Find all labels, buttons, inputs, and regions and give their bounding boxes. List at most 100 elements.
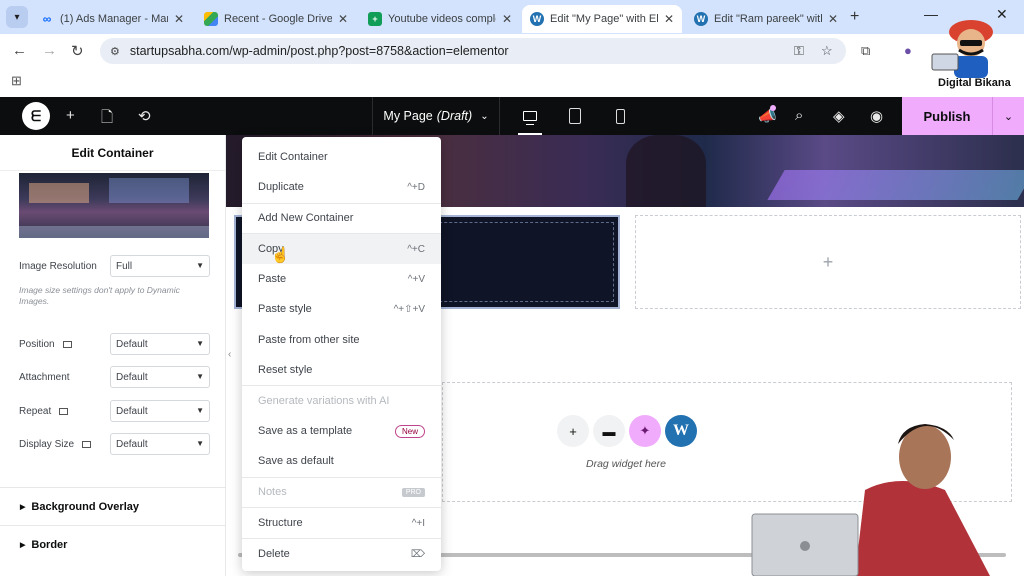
new-badge: New (394, 424, 425, 438)
menu-item-paste-style[interactable]: Paste style ^+⇧+V (242, 294, 441, 324)
repeat-select[interactable]: Default ▼ (110, 400, 210, 422)
history-icon[interactable]: ⟲ (138, 107, 151, 125)
select-value: Default (116, 338, 148, 350)
shortcut-hint: ^+V (407, 273, 425, 285)
close-icon[interactable]: ✕ (174, 12, 184, 26)
site-info-icon[interactable]: ⚙ (110, 45, 120, 58)
pro-badge: PRO (401, 487, 425, 497)
tab-google-drive[interactable]: Recent - Google Drive ✕ (196, 5, 356, 33)
password-key-icon[interactable]: ⚿ (794, 43, 804, 59)
back-icon[interactable]: ← (12, 42, 27, 59)
display-size-label: Display Size (19, 439, 92, 450)
caret-down-icon: ▼ (196, 439, 204, 448)
publish-button[interactable]: Publish (902, 97, 992, 135)
tablet-view-button[interactable] (555, 97, 595, 135)
wordpress-icon: W (530, 12, 544, 26)
drag-widget-hint: Drag widget here (586, 458, 666, 470)
edit-panel: Edit Container Image Resolution Full ▼ I… (0, 135, 226, 576)
menu-item-generate-variations-ai[interactable]: Generate variations with AI (242, 386, 441, 416)
page-settings-icon[interactable]: 🗋 (101, 107, 113, 132)
menu-item-save-as-default[interactable]: Save as default (242, 446, 441, 476)
close-icon[interactable]: ✕ (502, 12, 512, 26)
tab-search-dropdown[interactable]: ▾ (6, 6, 28, 28)
plus-icon: + (822, 251, 834, 272)
desktop-view-button[interactable] (510, 97, 550, 135)
page-name-dropdown[interactable]: My Page (Draft) ⌄ (372, 97, 500, 135)
add-element-icon[interactable]: + (66, 107, 75, 124)
empty-container-add[interactable]: + (635, 215, 1021, 309)
forward-icon[interactable]: → (42, 42, 57, 59)
add-section-button[interactable]: + (557, 415, 589, 447)
desktop-responsive-icon (59, 407, 69, 415)
structure-layers-icon[interactable]: ◈ (833, 107, 845, 125)
menu-item-notes[interactable]: Notes PRO (242, 477, 441, 507)
desktop-icon (523, 111, 537, 125)
shortcut-hint: ^+⇧+V (393, 303, 425, 315)
position-label: Position (19, 339, 72, 350)
caret-right-icon: ▶ (20, 541, 26, 549)
menu-item-reset-style[interactable]: Reset style (242, 355, 441, 385)
close-icon[interactable]: ✕ (828, 12, 838, 26)
extensions-icon[interactable]: ⧉ (861, 43, 870, 59)
elementor-logo-button[interactable]: ᗴ (22, 102, 50, 130)
url-field[interactable]: ⚙ startupsabha.com/wp-admin/post.php?pos… (100, 38, 846, 64)
publish-options-button[interactable]: ⌄ (992, 97, 1024, 135)
collapse-panel-icon[interactable]: ‹ (228, 349, 231, 360)
tablet-icon (569, 108, 581, 124)
desktop-responsive-icon (62, 340, 72, 348)
mobile-view-button[interactable] (600, 97, 640, 135)
sparkle-icon: ✦ (639, 423, 651, 438)
menu-item-delete[interactable]: Delete ⌦ (242, 539, 441, 569)
menu-item-paste[interactable]: Paste ^+V (242, 264, 441, 294)
tab-ads-manager[interactable]: ∞ (1) Ads Manager - Manag ✕ (32, 5, 192, 33)
page-status: (Draft) (436, 109, 473, 123)
plus-icon: + (569, 423, 577, 439)
new-tab-button[interactable]: + (850, 8, 859, 26)
extension-icon[interactable]: ● (904, 43, 912, 58)
tab-youtube-sheet[interactable]: + Youtube videos complete ✕ (360, 5, 520, 33)
tab-title: Edit "Ram pareek" with E (714, 13, 822, 25)
tab-edit-my-page[interactable]: W Edit "My Page" with Elem ✕ (522, 5, 682, 33)
folder-icon: ▬ (602, 423, 616, 439)
menu-item-edit-container[interactable]: Edit Container (242, 142, 441, 172)
select-value: Default (116, 371, 148, 383)
delete-key-icon: ⌦ (410, 548, 425, 560)
background-image-preview[interactable] (19, 173, 209, 238)
tab-title: Recent - Google Drive (224, 13, 332, 25)
menu-item-save-as-template[interactable]: Save as a template New (242, 416, 441, 446)
attachment-label: Attachment (19, 372, 70, 383)
menu-item-duplicate[interactable]: Duplicate ^+D (242, 172, 441, 202)
preview-eye-icon[interactable]: ◉ (870, 107, 883, 125)
wordpress-kit-button[interactable]: W (665, 415, 697, 447)
profile-avatar[interactable]: Digital Bikana (926, 10, 1016, 90)
repeat-label: Repeat (19, 406, 69, 417)
display-size-select[interactable]: Default ▼ (110, 433, 210, 455)
search-icon[interactable]: ⌕ (795, 107, 803, 124)
close-icon[interactable]: ✕ (338, 12, 348, 26)
desktop-responsive-icon (82, 440, 92, 448)
position-select[interactable]: Default ▼ (110, 333, 210, 355)
address-toolbar: ← → ↻ ⚙ startupsabha.com/wp-admin/post.p… (0, 34, 1024, 68)
apps-grid-icon[interactable]: ⊞ (11, 73, 22, 89)
close-icon[interactable]: ✕ (664, 12, 674, 26)
shortcut-hint: ^+D (407, 181, 425, 193)
bookmarks-bar: ⊞ (0, 68, 1024, 94)
shortcut-hint: ^+I (411, 517, 425, 529)
menu-item-paste-from-other-site[interactable]: Paste from other site (242, 325, 441, 355)
image-resolution-select[interactable]: Full ▼ (110, 255, 210, 277)
ai-generate-button[interactable]: ✦ (629, 415, 661, 447)
attachment-select[interactable]: Default ▼ (110, 366, 210, 388)
image-size-note: Image size settings don't apply to Dynam… (19, 285, 180, 307)
menu-item-structure[interactable]: Structure ^+I (242, 508, 441, 538)
caret-down-icon: ▼ (196, 406, 204, 415)
presenter-video (751, 424, 990, 576)
reload-icon[interactable]: ↻ (71, 42, 84, 60)
background-overlay-section[interactable]: ▶ Background Overlay (0, 487, 226, 525)
bookmark-star-icon[interactable]: ☆ (821, 43, 833, 59)
tab-edit-ram-pareek[interactable]: W Edit "Ram pareek" with E ✕ (686, 5, 846, 33)
border-section[interactable]: ▶ Border (0, 525, 226, 563)
chevron-down-icon: ⌄ (480, 110, 489, 122)
menu-item-add-new-container[interactable]: Add New Container (242, 203, 441, 233)
template-library-button[interactable]: ▬ (593, 415, 625, 447)
inner-container[interactable] (424, 222, 614, 302)
